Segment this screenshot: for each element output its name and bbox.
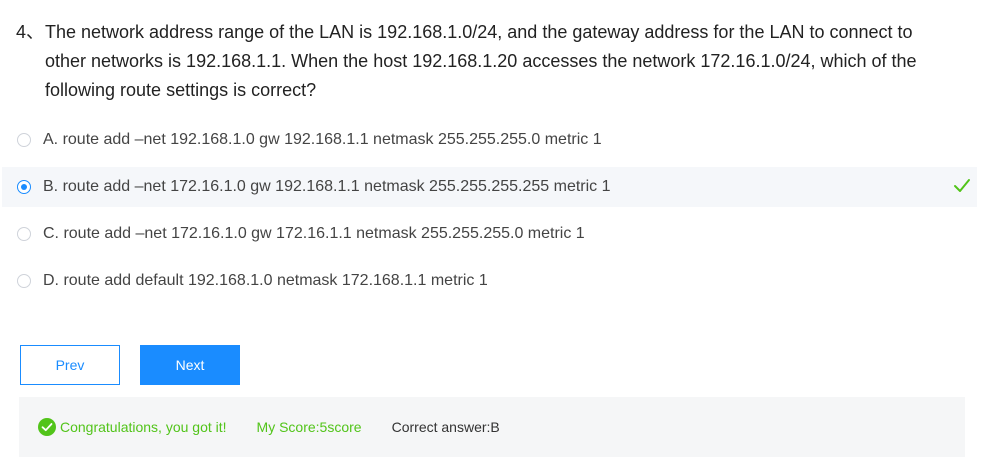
option-d-radio[interactable] — [17, 274, 31, 288]
question-number: 4、 — [16, 22, 45, 42]
options-list: A. route add –net 192.168.1.0 gw 192.168… — [2, 120, 977, 308]
prev-button[interactable]: Prev — [20, 345, 120, 385]
result-bar: Congratulations, you got it! My Score:5s… — [19, 397, 965, 457]
option-b[interactable]: B. route add –net 172.16.1.0 gw 192.168.… — [2, 167, 977, 207]
congrats-message: Congratulations, you got it! — [38, 418, 227, 436]
option-d[interactable]: D. route add default 192.168.1.0 netmask… — [2, 261, 977, 301]
quiz-page: 4、 The network address range of the LAN … — [0, 0, 1003, 464]
my-score: My Score:5score — [256, 419, 362, 435]
congrats-text: Congratulations, you got it! — [60, 419, 227, 435]
checkmark-icon — [954, 179, 970, 192]
option-c[interactable]: C. route add –net 172.16.1.0 gw 172.16.1… — [2, 214, 977, 254]
option-c-radio[interactable] — [17, 227, 31, 241]
option-c-label: C. route add –net 172.16.1.0 gw 172.16.1… — [43, 225, 585, 242]
correct-answer: Correct answer:B — [391, 419, 500, 435]
question-text: The network address range of the LAN is … — [45, 22, 917, 100]
check-circle-icon — [38, 418, 56, 436]
option-a-label: A. route add –net 192.168.1.0 gw 192.168… — [43, 131, 602, 148]
option-a[interactable]: A. route add –net 192.168.1.0 gw 192.168… — [2, 120, 977, 160]
option-d-label: D. route add default 192.168.1.0 netmask… — [43, 272, 488, 289]
next-button[interactable]: Next — [140, 345, 240, 385]
question: 4、 The network address range of the LAN … — [16, 18, 956, 105]
option-b-label: B. route add –net 172.16.1.0 gw 192.168.… — [43, 178, 611, 195]
option-b-radio[interactable] — [17, 180, 31, 194]
option-a-radio[interactable] — [17, 133, 31, 147]
